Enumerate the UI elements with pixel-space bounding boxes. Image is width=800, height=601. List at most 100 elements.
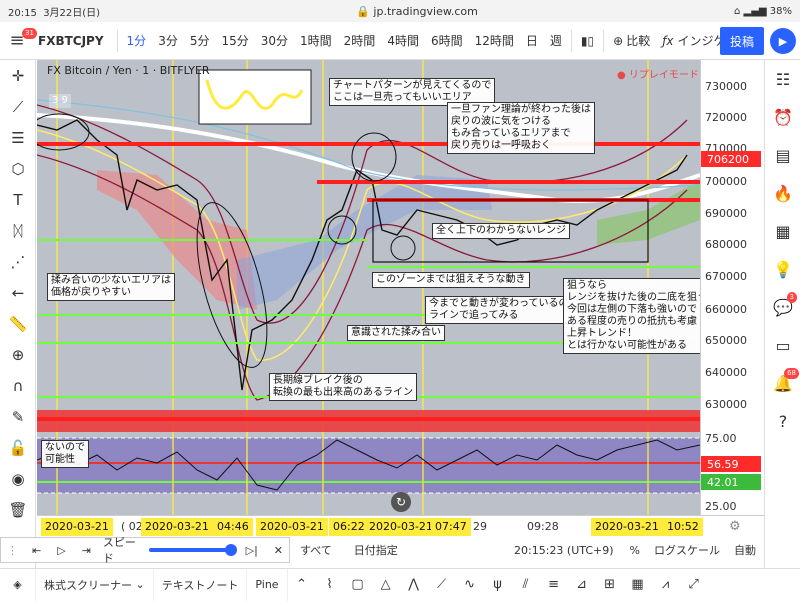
expand-icon[interactable]: ⤢ [680,569,708,601]
symbol-search[interactable]: FXBTCJPY [34,34,114,48]
system-status-bar: 20:15 3月22日(日) 🔒 jp.tradingview.com ⌂ ▂▄… [0,0,800,22]
interval-1h[interactable]: 1時間 [294,22,338,60]
price-label: 650000 [705,334,747,347]
current-price-tag: 706200 [701,151,761,167]
interval-3m[interactable]: 3分 [152,22,184,60]
interval-week[interactable]: 週 [544,22,568,60]
price-label: 660000 [705,303,747,316]
ruler-icon[interactable]: 📏 [0,308,36,339]
channel-tool-icon[interactable]: ⫽ [512,569,540,601]
crosshair-icon[interactable]: ✛ [0,60,36,91]
chart-pane[interactable]: FX Bitcoin / Yen · 1 · BITFLYER ● リプレイモー… [37,60,700,515]
candle-style-button[interactable]: ▮▯ [575,22,600,60]
clock-display[interactable]: 20:15:23 (UTC+9) [514,544,614,557]
interval-15m[interactable]: 15分 [215,22,254,60]
bottom-drawing-bar: ◈ 株式スクリーナー ⌄ テキストノート Pine ⌃ ⌇ ▢ △ ⋀ ⟋ ∿ … [0,568,800,601]
shapes-icon[interactable]: ⬡ [0,153,36,184]
status-time-date: 20:15 3月22日(日) [8,7,101,19]
ideas-icon[interactable]: 💡 [765,250,800,288]
chart-title: FX Bitcoin / Yen · 1 · BITFLYER [47,64,210,77]
text-note-tab[interactable]: テキストノート [154,568,248,601]
horizontal-lines-icon[interactable]: ☰ [0,122,36,153]
interval-30m[interactable]: 30分 [255,22,294,60]
interval-day[interactable]: 日 [520,22,544,60]
trash-icon[interactable]: 🗑 [0,494,36,525]
compare-button[interactable]: ⊕ 比較 [607,22,656,60]
auto-scale-toggle[interactable]: 自動 [734,542,756,558]
pattern-icon[interactable]: ᛞ [0,215,36,246]
time-axis[interactable]: 2020-03-21 ( 02: 2020-03-21 04:46 2020-0… [37,515,764,537]
replay-select-icon[interactable]: ⇤ [24,544,49,557]
time-tag: 07:47 [431,518,471,536]
percent-toggle[interactable]: % [630,544,640,557]
rectangle-tool-icon[interactable]: ▢ [344,569,372,601]
measure-tool-icon[interactable]: ⊞ [596,569,624,601]
interval-6h[interactable]: 6時間 [425,22,469,60]
grid-tool-icon[interactable]: ▦ [624,569,652,601]
interval-1m[interactable]: 1分 [121,22,153,60]
data-window-icon[interactable]: ▤ [765,136,800,174]
time-tag: 2020-03-21 [141,518,213,536]
breakout-annotation: 長期線ブレイク後の 転換の最も出来高のあるライン [269,373,417,401]
fx-icon: ƒx [662,33,674,48]
zoom-icon[interactable]: ⊕ [0,339,36,370]
replay-reset-icon[interactable]: ↻ [391,492,411,512]
replay-play-icon[interactable]: ▷ [49,544,73,557]
price-label: 730000 [705,80,747,93]
notifications-icon[interactable]: 🔔 68 [765,364,800,402]
chat-icon[interactable]: 💬 3 [765,288,800,326]
target-annotation: 狙うなら レンジを抜けた後の二底を狙う 今回は左側の下落も強いので ある程度の売… [563,278,700,354]
watchlist-icon[interactable]: ☷ [765,60,800,98]
back-arrow-icon[interactable]: ← [0,277,36,308]
replay-forward-icon[interactable]: ⇥ [74,544,99,557]
price-axis[interactable]: 730000 720000 710000 706200 700000 69000… [700,60,764,515]
notify-badge: 68 [784,368,799,379]
ichimoku-cloud-blue [237,175,492,310]
path-tool-icon[interactable]: ⟋ [428,569,456,601]
triangle-tool-icon[interactable]: △ [372,569,400,601]
polyline-icon[interactable]: ⌇ [316,569,344,601]
text-icon[interactable]: T [0,184,36,215]
layers-icon[interactable]: ◈ [0,568,36,601]
interval-5m[interactable]: 5分 [184,22,216,60]
gann-tool-icon[interactable]: ⊿ [568,569,596,601]
stock-screener-tab[interactable]: 株式スクリーナー ⌄ [36,568,154,601]
log-scale-toggle[interactable]: ログスケール [654,542,720,558]
url-bar[interactable]: 🔒 jp.tradingview.com [356,5,478,18]
pine-editor-tab[interactable]: Pine [247,568,288,601]
zigzag-tool-icon[interactable]: ⋀ [400,569,428,601]
magnet-icon[interactable]: ∩ [0,370,36,401]
interval-12h[interactable]: 12時間 [469,22,520,60]
lock-icon[interactable]: 🔓 [0,432,36,463]
stay-drawing-icon[interactable]: ✎ [0,401,36,432]
calendar-icon[interactable]: ▦ [765,212,800,250]
play-icon[interactable]: ▶ [770,28,796,54]
goto-date-button[interactable]: 日付指定 [354,542,398,558]
forecast-icon[interactable]: ⋰ [0,246,36,277]
settings-gear-icon[interactable]: ⚙ [729,519,741,534]
eye-icon[interactable]: ◉ [0,463,36,494]
interval-2h[interactable]: 2時間 [338,22,382,60]
replay-step-icon[interactable]: ▷| [232,544,268,557]
chevron-up-icon[interactable]: ⌃ [288,569,316,601]
post-button[interactable]: 投稿 [720,27,764,55]
range-all-button[interactable]: すべて [300,542,332,558]
alert-clock-icon[interactable]: ⏰ [765,98,800,136]
help-icon[interactable]: ? [765,402,800,440]
price-label: 720000 [705,111,747,124]
close-icon[interactable]: ✕ [268,544,289,557]
hotlist-icon[interactable]: 🔥 [765,174,800,212]
speed-slider-handle[interactable] [224,544,237,556]
fan-tool-icon[interactable]: ⩘ [652,569,680,601]
drag-handle-icon[interactable]: ⋮ [1,544,24,557]
interval-4h[interactable]: 4時間 [381,22,425,60]
speed-slider[interactable] [149,544,237,556]
streams-icon[interactable]: ▭ [765,326,800,364]
wave-tool-icon[interactable]: ∿ [456,569,484,601]
time-tag: 2020-03-21 [256,518,328,536]
fib-tool-icon[interactable]: ≡ [540,569,568,601]
menu-button[interactable]: ≡ 31 [0,22,37,60]
rsi-band [37,438,700,493]
trendline-icon[interactable]: ⟋ [0,91,36,122]
pitchfork-tool-icon[interactable]: ψ [484,569,512,601]
